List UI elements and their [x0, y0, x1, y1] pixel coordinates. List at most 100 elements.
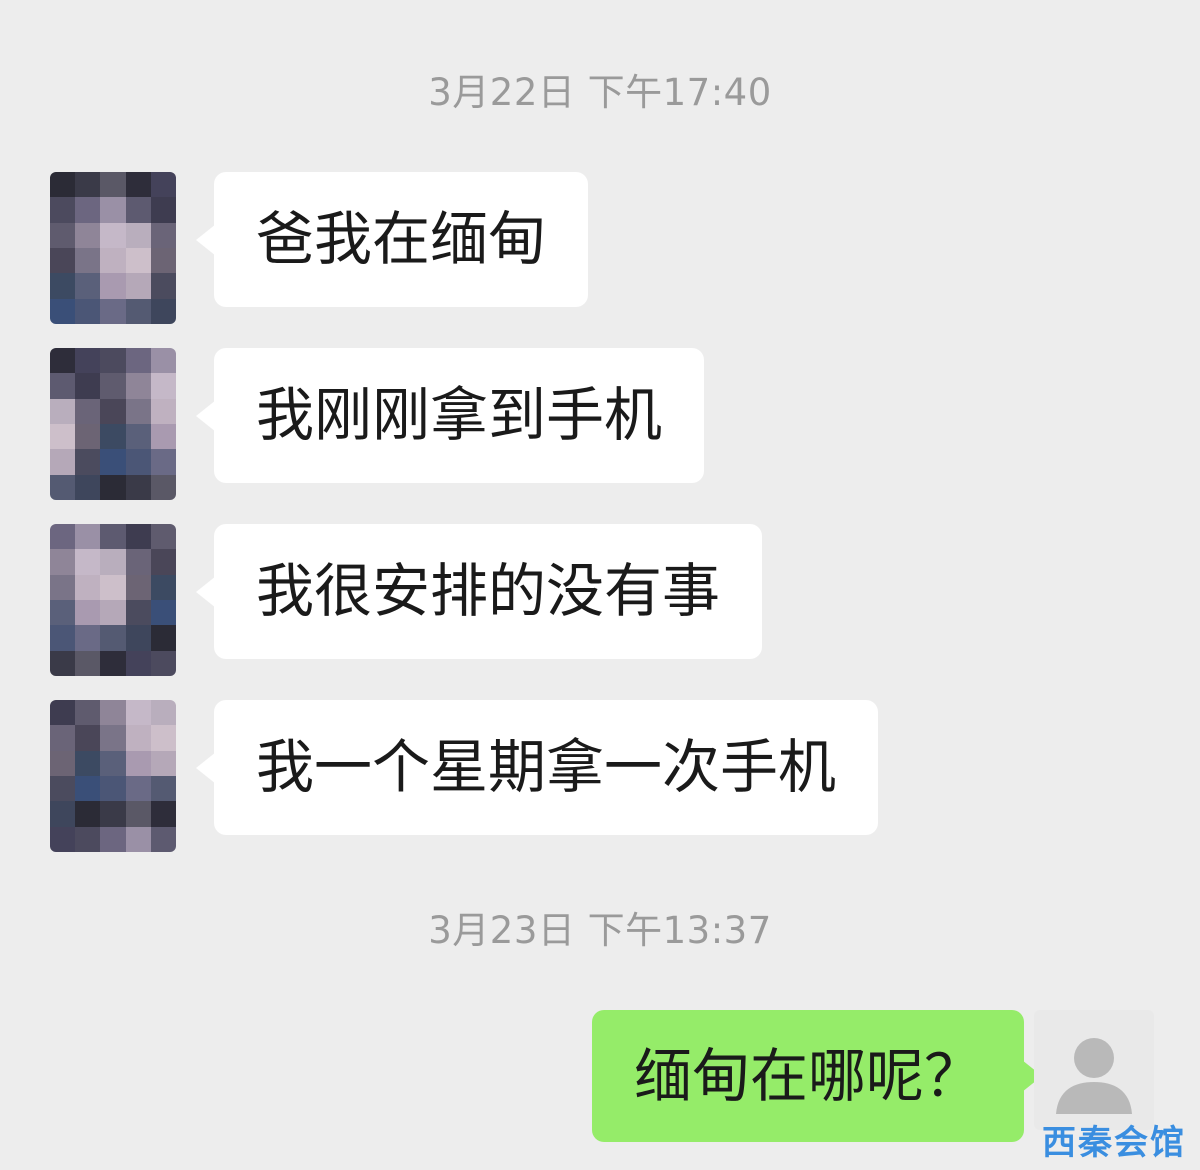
avatar-pixel: [125, 273, 151, 299]
avatar-pixel: [50, 574, 76, 600]
avatar-pixel: [150, 273, 176, 299]
default-user-avatar-icon[interactable]: [1034, 1010, 1154, 1130]
avatar-pixel: [100, 826, 126, 852]
avatar-pixel: [75, 826, 101, 852]
avatar-pixel: [150, 424, 176, 450]
avatar-pixel: [75, 750, 101, 776]
avatar-pixel: [100, 222, 126, 248]
avatar-pixel: [50, 172, 76, 198]
avatar-pixel: [100, 725, 126, 751]
avatar-pixel: [150, 776, 176, 802]
avatar-pixel: [75, 650, 101, 676]
avatar-pixel: [100, 600, 126, 626]
message-bubble[interactable]: 我一个星期拿一次手机: [195, 700, 879, 835]
avatar-pixel: [75, 776, 101, 802]
avatar-pixel: [75, 524, 101, 550]
avatar-pixel: [50, 725, 76, 751]
avatar-pixel: [150, 248, 176, 274]
avatar-pixel: [100, 625, 126, 651]
timestamp: 3月22日 下午17:40: [428, 71, 772, 114]
avatar-pixel: [100, 373, 126, 399]
avatar-pixel: [75, 549, 101, 575]
avatar-pixel: [100, 449, 126, 475]
avatar-pixel: [125, 248, 151, 274]
avatar-pixel: [150, 826, 176, 852]
message-bubble[interactable]: 爸我在缅甸: [195, 172, 589, 307]
avatar-pixel: [150, 398, 176, 424]
message-bubble[interactable]: 我刚刚拿到手机: [195, 348, 705, 483]
avatar-pixelated-icon[interactable]: [50, 348, 176, 500]
avatar-pixel: [150, 172, 176, 198]
avatar-pixel: [125, 549, 151, 575]
message-bubble[interactable]: 我很安排的没有事: [195, 524, 763, 659]
avatar-pixel: [125, 172, 151, 198]
avatar-pixel: [50, 549, 76, 575]
avatar-pixel: [75, 625, 101, 651]
avatar-pixelated-icon[interactable]: [50, 172, 176, 324]
avatar-pixel: [50, 248, 76, 274]
avatar-pixel: [125, 524, 151, 550]
avatar-pixel: [50, 449, 76, 475]
avatar-pixel: [150, 801, 176, 827]
avatar-pixel: [50, 600, 76, 626]
avatar-pixel: [100, 197, 126, 223]
avatar-pixel: [150, 625, 176, 651]
avatar-pixel: [125, 298, 151, 324]
avatar-pixel: [100, 172, 126, 198]
avatar-pixel: [150, 524, 176, 550]
avatar-pixel: [125, 650, 151, 676]
avatar-pixel: [100, 549, 126, 575]
avatar-pixel: [100, 398, 126, 424]
avatar-pixel: [75, 474, 101, 500]
avatar-pixel: [50, 424, 76, 450]
avatar-pixel: [75, 348, 101, 374]
avatar-pixel: [100, 474, 126, 500]
avatar-pixel: [125, 600, 151, 626]
avatar-pixel: [125, 449, 151, 475]
avatar-pixel: [75, 449, 101, 475]
avatar-pixel: [75, 600, 101, 626]
avatar-pixel: [50, 826, 76, 852]
avatar-pixel: [100, 801, 126, 827]
avatar-pixel: [100, 776, 126, 802]
avatar-pixel: [150, 700, 176, 726]
avatar-pixelated-icon[interactable]: [50, 524, 176, 676]
timestamp: 3月23日 下午13:37: [428, 909, 772, 952]
avatar-pixel: [50, 700, 76, 726]
avatar-pixel: [50, 273, 76, 299]
avatar-pixel: [150, 549, 176, 575]
avatar-pixel: [75, 248, 101, 274]
avatar-pixel: [75, 574, 101, 600]
avatar-pixel: [125, 801, 151, 827]
avatar-pixel: [125, 625, 151, 651]
avatar-pixel: [125, 776, 151, 802]
avatar-pixelated-icon[interactable]: [50, 700, 176, 852]
avatar-pixel: [150, 449, 176, 475]
avatar-pixel: [75, 801, 101, 827]
user-silhouette-icon: [1056, 1038, 1132, 1114]
avatar-pixel: [50, 398, 76, 424]
message-bubble-outgoing[interactable]: 缅甸在哪呢？: [592, 1010, 1043, 1142]
avatar-pixel: [150, 725, 176, 751]
avatar-pixel: [50, 474, 76, 500]
watermark: 西秦会馆: [1042, 1123, 1186, 1163]
avatar-pixel: [75, 172, 101, 198]
avatar-pixel: [50, 373, 76, 399]
avatar-pixel: [50, 298, 76, 324]
avatar-pixel: [100, 348, 126, 374]
avatar-pixel: [150, 222, 176, 248]
avatar-pixel: [150, 574, 176, 600]
avatar-pixel: [150, 750, 176, 776]
avatar-pixel: [50, 197, 76, 223]
avatar-pixel: [100, 298, 126, 324]
avatar-pixel: [75, 424, 101, 450]
avatar-pixel: [100, 424, 126, 450]
avatar-pixel: [125, 348, 151, 374]
avatar-pixel: [100, 273, 126, 299]
avatar-pixel: [50, 222, 76, 248]
avatar-pixel: [150, 474, 176, 500]
avatar-pixel: [125, 474, 151, 500]
avatar-pixel: [150, 197, 176, 223]
avatar-pixel: [75, 700, 101, 726]
avatar-pixel: [50, 524, 76, 550]
